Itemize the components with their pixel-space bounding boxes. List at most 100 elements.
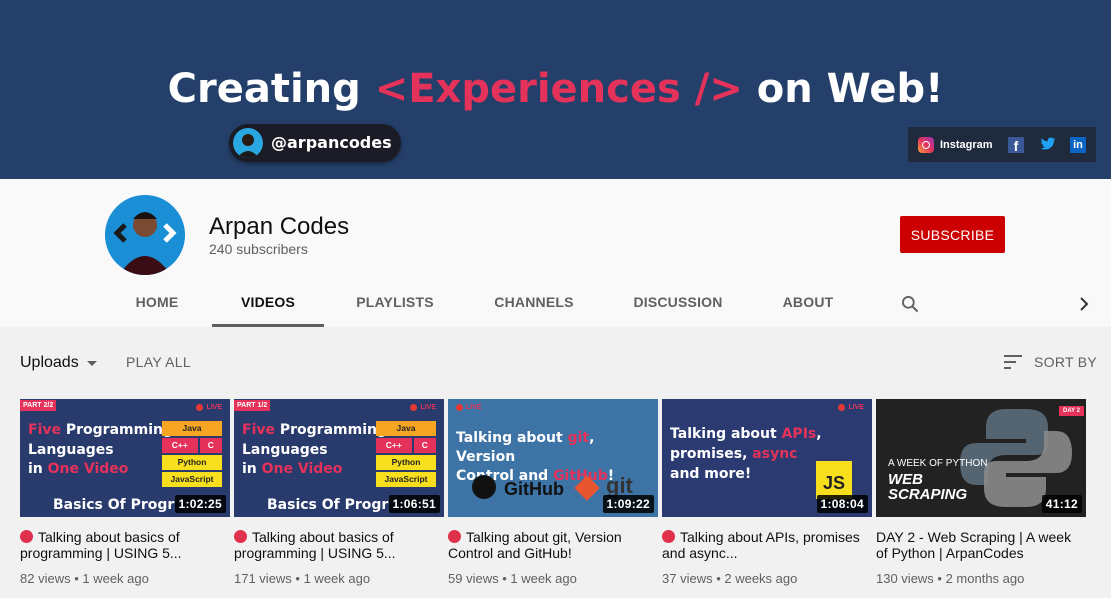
lang-c: C [199,438,222,453]
thumb-live-badge: LIVE [196,404,222,411]
thumb-language-grid: Java C++ C Python JavaScript [376,421,436,489]
banner-handle-avatar [233,128,263,158]
video-title-text: DAY 2 - Web Scraping | A week of Python … [876,529,1072,561]
video-title-text: Talking about basics of programming | US… [234,529,396,561]
chevron-right-icon[interactable] [1076,296,1092,312]
thumb-github-wordmark: GitHub [504,479,564,499]
banner-headline-accent: <Experiences /> [374,66,743,112]
github-logo-icon [472,475,496,499]
video-duration: 1:09:22 [602,495,654,513]
thumb-text-five: Five [28,422,61,438]
lang-cpp: C++ [376,438,412,453]
video-duration: 41:12 [1041,495,1082,513]
channel-avatar[interactable] [105,195,185,275]
thumb-text-in: in [242,461,262,477]
video-title-text: Talking about git, Version Control and G… [448,529,622,561]
thumb-text-five: Five [242,422,275,438]
channel-avatar-image [105,195,185,275]
video-meta: 171 views • 1 week ago [234,571,371,586]
video-thumbnail[interactable]: PART 2/2 LIVE Five Programming Languages… [20,399,230,517]
tab-channels[interactable]: CHANNELS [486,282,582,327]
thumb-live-badge: LIVE [838,404,864,411]
sort-by-label: SORT BY [1034,354,1098,370]
youtube-channel-page: Creating <Experiences /> on Web! @arpanc… [0,0,1111,598]
video-title[interactable]: Talking about basics of programming | US… [20,529,230,561]
video-title[interactable]: Talking about basics of programming | US… [234,529,444,561]
tab-about[interactable]: ABOUT [774,282,842,327]
lang-python: Python [162,455,222,470]
thumb-language-grid: Java C++ C Python JavaScript [162,421,222,489]
thumb-subtitle: Basics Of Progr [267,497,389,513]
facebook-icon: f [1008,136,1024,154]
thumb-topic-line2: SCRAPING [888,486,968,503]
instagram-link[interactable]: Instagram [918,136,993,153]
thumb-subtitle: Basics Of Progr [53,497,175,513]
video-thumbnail[interactable]: DAY 2 A WEEK OF PYTHON WEB SCRAPING 41:12 [876,399,1086,517]
video-title[interactable]: DAY 2 - Web Scraping | A week of Python … [876,529,1086,561]
thumb-topic: WEB SCRAPING [888,472,967,502]
twitter-link[interactable] [1040,136,1056,153]
instagram-label: Instagram [940,138,993,151]
video-title[interactable]: Talking about git, Version Control and G… [448,529,658,561]
thumb-text-part: Talking about [456,430,568,446]
video-card[interactable]: PART 1/2 LIVE Five Programming Languages… [234,399,444,586]
thumb-series-label: A WEEK OF PYTHON [888,458,988,469]
banner-handle-pill: @arpancodes [229,124,401,162]
video-card[interactable]: PART 2/2 LIVE Five Programming Languages… [20,399,230,586]
instagram-icon [918,136,934,153]
video-thumbnail[interactable]: LIVE Talking about git, Version Control … [448,399,658,517]
thumb-text-part: promises, [670,446,753,462]
video-card[interactable]: LIVE Talking about git, Version Control … [448,399,658,586]
video-title-text: Talking about basics of programming | US… [20,529,182,561]
thumb-text-part: Talking about [670,426,782,442]
banner-headline-part2: on Web! [742,66,944,112]
thumb-text: Five Programming Languages in One Video [242,421,387,480]
channel-header: Arpan Codes 240 subscribers SUBSCRIBE HO… [0,179,1111,327]
video-card[interactable]: LIVE Talking about APIs, promises, async… [662,399,872,586]
banner-headline-part1: Creating [167,66,375,112]
video-meta: 82 views • 1 week ago [20,571,149,586]
banner-headline: Creating <Experiences /> on Web! [0,66,1111,112]
thumb-live-badge: LIVE [410,404,436,411]
lang-python: Python [376,455,436,470]
live-indicator-icon [234,530,247,543]
thumb-text-git: git [567,430,590,446]
channel-banner: Creating <Experiences /> on Web! @arpanc… [0,0,1111,179]
thumb-text-part: , [816,426,822,442]
live-indicator-icon [20,530,33,543]
thumb-part-tag: PART 1/2 [234,400,271,411]
video-meta: 130 views • 2 months ago [876,571,1025,586]
video-thumbnail[interactable]: LIVE Talking about APIs, promises, async… [662,399,872,517]
video-title[interactable]: Talking about APIs, promises and async..… [662,529,872,561]
tab-playlists[interactable]: PLAYLISTS [348,282,442,327]
linkedin-icon: in [1070,136,1086,153]
channel-name: Arpan Codes [209,213,350,240]
tab-videos[interactable]: VIDEOS [212,282,324,327]
uploads-dropdown[interactable]: Uploads [20,354,97,372]
thumb-text-one-video: One Video [261,461,343,477]
linkedin-link[interactable]: in [1070,136,1086,153]
video-thumbnail[interactable]: PART 1/2 LIVE Five Programming Languages… [234,399,444,517]
sort-icon [1004,355,1022,369]
sort-by-button[interactable]: SORT BY [1004,352,1097,372]
lang-javascript: JavaScript [376,472,436,487]
twitter-icon [1040,137,1056,153]
tab-home[interactable]: HOME [126,282,188,327]
subscribe-button[interactable]: SUBSCRIBE [900,216,1005,253]
thumb-part-tag: PART 2/2 [20,400,57,411]
play-all-button[interactable]: PLAY ALL [126,354,191,370]
thumb-text-in: in [28,461,48,477]
lang-javascript: JavaScript [162,472,222,487]
tab-discussion[interactable]: DISCUSSION [626,282,730,327]
channel-search-icon[interactable] [900,294,920,314]
thumb-live-badge: LIVE [456,404,482,411]
facebook-link[interactable]: f [1008,136,1024,154]
subscriber-count: 240 subscribers [209,241,308,257]
video-card[interactable]: DAY 2 A WEEK OF PYTHON WEB SCRAPING 41:12… [876,399,1086,586]
thumb-text-apis: APIs [781,426,817,442]
lang-cpp: C++ [162,438,198,453]
javascript-logo-icon: JS [816,461,852,499]
thumb-text-one-video: One Video [47,461,129,477]
thumb-text-programming: Programming [274,422,387,438]
lang-c: C [413,438,436,453]
